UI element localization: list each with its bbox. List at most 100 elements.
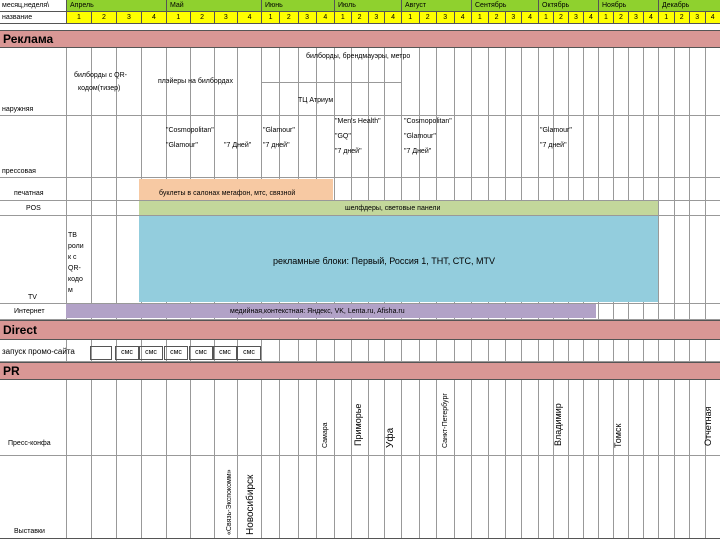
press-d3: "7 Дней" bbox=[404, 148, 432, 155]
week-cell: 2 bbox=[189, 12, 214, 24]
pr-city-vladimir: Владимир bbox=[553, 403, 563, 446]
grid-line bbox=[598, 340, 599, 362]
print-bar-label: буклеты в салонах мегафон, мтс, связной bbox=[159, 190, 296, 197]
row-label-press-konf: Пресс-конфа bbox=[8, 440, 51, 447]
grid-line bbox=[538, 380, 539, 538]
month-7: Октябрь bbox=[538, 0, 598, 12]
grid-line bbox=[166, 380, 167, 538]
grid-line bbox=[643, 340, 644, 362]
press-e2: "7 дней" bbox=[540, 142, 567, 149]
grid-line bbox=[673, 380, 675, 538]
header-month-label: месяц,неделя\ bbox=[2, 2, 50, 9]
header-name-label: название bbox=[2, 14, 33, 21]
section-reklama: Реклама bbox=[0, 30, 720, 48]
outdoor-billboards-qr: билборды с QR- bbox=[74, 72, 127, 79]
grid-line bbox=[487, 340, 489, 362]
week-cell: 4 bbox=[704, 12, 720, 24]
pr-divider bbox=[0, 455, 720, 456]
grid-line bbox=[66, 380, 67, 538]
week-cell: 1 bbox=[261, 12, 280, 24]
row-label-promo: запуск промо-сайта bbox=[2, 347, 75, 356]
internet-bar-label: медийная,контекстная: Яндекс, VK, Lenta.… bbox=[230, 308, 405, 315]
pr-city-novosibirsk: Новосибирск bbox=[245, 474, 256, 535]
row-separator bbox=[0, 177, 720, 178]
row-label-pechatnaya: печатная bbox=[14, 190, 44, 197]
grid-line bbox=[568, 340, 569, 362]
section-pr-title: PR bbox=[3, 364, 20, 378]
grid-line bbox=[315, 340, 317, 362]
row-separator bbox=[0, 115, 720, 116]
pr-city-svyaz: «Связь-Экспокомм» bbox=[226, 469, 233, 535]
grid-line bbox=[401, 380, 402, 538]
grid-line bbox=[689, 340, 690, 362]
grid-line bbox=[643, 380, 644, 538]
grid-line bbox=[237, 380, 239, 538]
grid-line bbox=[658, 48, 659, 320]
section-pr: PR bbox=[0, 362, 720, 380]
press-d1: "Cosmopolitan" bbox=[404, 118, 452, 125]
week-cell: 4 bbox=[583, 12, 598, 24]
pr-city-otchetnaya: Отчетная bbox=[703, 406, 713, 447]
row-label-naruzhnaya: наружняя bbox=[2, 106, 34, 113]
grid-line bbox=[704, 48, 706, 320]
tv-qr-line: ТВ bbox=[68, 232, 77, 239]
press-c1: "Men's Health" bbox=[335, 118, 381, 125]
grid-line bbox=[521, 340, 523, 362]
grid-line bbox=[315, 380, 317, 538]
sms-cell: смс bbox=[213, 346, 237, 360]
sms-cell: смс bbox=[139, 346, 163, 360]
grid-line bbox=[553, 340, 554, 362]
grid-line bbox=[583, 340, 584, 362]
week-cell: 2 bbox=[350, 12, 368, 24]
press-a2: "Glamour" bbox=[166, 142, 198, 149]
week-cell: 4 bbox=[237, 12, 261, 24]
grid-line bbox=[436, 380, 437, 538]
row-label-vystavki: Выставки bbox=[14, 528, 45, 535]
grid-line bbox=[350, 380, 352, 538]
grid-line bbox=[689, 380, 690, 538]
week-cell: 4 bbox=[521, 12, 538, 24]
week-cell: 1 bbox=[66, 12, 91, 24]
tv-qr-line: кодо bbox=[68, 276, 83, 283]
outdoor-billboards-qr2: кодом(тизер) bbox=[78, 85, 121, 92]
grid-line bbox=[628, 340, 629, 362]
press-b1: "Glamour" bbox=[263, 127, 295, 134]
sms-cell: смс bbox=[115, 346, 139, 360]
week-cell: 3 bbox=[568, 12, 583, 24]
week-cell: 2 bbox=[673, 12, 689, 24]
week-cell: 3 bbox=[116, 12, 141, 24]
grid-line bbox=[598, 380, 599, 538]
press-d2: "Glamour" bbox=[404, 133, 436, 140]
pos-bar: шелфдеры, световые панели bbox=[139, 201, 658, 215]
grid-line bbox=[613, 380, 614, 538]
week-cell: 2 bbox=[418, 12, 436, 24]
grid-line bbox=[367, 340, 369, 362]
press-a3: "7 Дней" bbox=[224, 142, 252, 149]
week-cell: 2 bbox=[553, 12, 568, 24]
week-cell: 3 bbox=[628, 12, 643, 24]
grid-line bbox=[297, 340, 299, 362]
month-5: Август bbox=[401, 0, 471, 12]
grid-line bbox=[334, 380, 335, 538]
tv-qr-line: QR- bbox=[68, 265, 81, 272]
sms-cell: смс bbox=[164, 346, 188, 360]
grid-line bbox=[504, 340, 506, 362]
internet-bar: медийная,контекстная: Яндекс, VK, Lenta.… bbox=[66, 304, 596, 318]
grid-line bbox=[568, 380, 569, 538]
grid-line bbox=[436, 340, 437, 362]
grid-line bbox=[628, 380, 629, 538]
row-label-tv: TV bbox=[28, 294, 37, 301]
grid-line bbox=[418, 340, 420, 362]
month-4: Июль bbox=[334, 0, 401, 12]
grid-line bbox=[334, 340, 335, 362]
grid-line bbox=[487, 380, 489, 538]
grid-line bbox=[261, 340, 262, 362]
week-cell: 3 bbox=[297, 12, 316, 24]
month-1: Апрель bbox=[66, 0, 166, 12]
week-cell: 4 bbox=[315, 12, 334, 24]
press-c3: "7 дней" bbox=[335, 148, 362, 155]
section-reklama-title: Реклама bbox=[3, 32, 54, 46]
week-cell: 4 bbox=[453, 12, 471, 24]
grid-line bbox=[297, 380, 299, 538]
month-9: Декабрь bbox=[658, 0, 720, 12]
